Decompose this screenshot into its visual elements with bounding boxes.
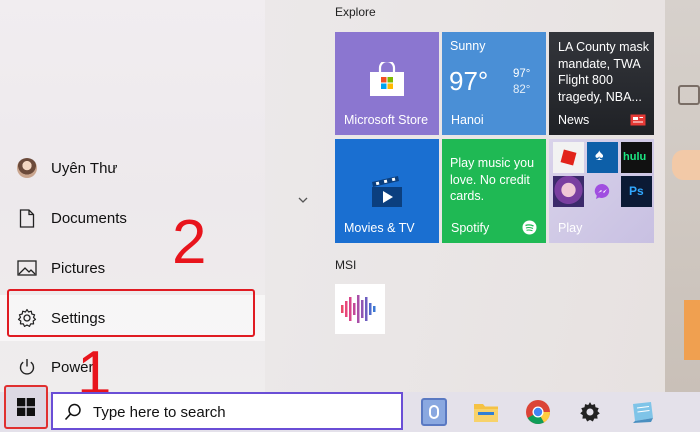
desktop-shortcut-icon[interactable] bbox=[678, 85, 700, 105]
folder-icon bbox=[474, 404, 498, 422]
movies-tv-tile[interactable]: Movies & TV bbox=[335, 139, 439, 243]
chrome-icon bbox=[526, 400, 550, 425]
film-icon bbox=[372, 176, 402, 207]
gear-icon bbox=[580, 402, 600, 422]
avatar bbox=[17, 158, 37, 178]
pictures-label: Pictures bbox=[51, 259, 106, 277]
hulu-app[interactable]: hulu bbox=[621, 142, 652, 173]
user-avatar-icon bbox=[16, 157, 38, 179]
explore-group-title: Explore bbox=[335, 5, 376, 19]
app-window-icon bbox=[421, 398, 447, 426]
weather-condition: Sunny bbox=[450, 39, 486, 53]
hulu-logo: hulu bbox=[623, 151, 647, 163]
taskbar-chrome[interactable] bbox=[522, 396, 554, 428]
document-icon bbox=[16, 207, 38, 229]
user-account-item[interactable]: Uyên Thư bbox=[0, 145, 265, 191]
taskbar-settings[interactable] bbox=[574, 396, 606, 428]
weather-tile[interactable]: Sunny 97° 97° 82° Hanoi bbox=[442, 32, 546, 135]
spotify-logo-icon bbox=[522, 220, 537, 235]
play-label: Play bbox=[558, 221, 583, 235]
roblox-app[interactable] bbox=[553, 142, 584, 173]
game-app[interactable] bbox=[553, 176, 584, 207]
messenger-app[interactable] bbox=[587, 176, 618, 207]
news-tile[interactable]: LA County mask mandate, TWA Flight 800 t… bbox=[549, 32, 654, 135]
sound-wave-icon bbox=[341, 295, 376, 323]
news-icon bbox=[630, 114, 646, 126]
notepad-icon bbox=[633, 402, 653, 423]
weather-high: 97° bbox=[513, 68, 531, 80]
spotify-tile[interactable]: Play music you love. No credit cards. Sp… bbox=[442, 139, 546, 243]
messenger-icon bbox=[594, 183, 610, 199]
start-left-rail: Uyên Thư Documents Pictures Settings Pow… bbox=[0, 0, 265, 392]
taskbar-app-1[interactable] bbox=[418, 396, 450, 428]
photoshop-logo: Ps bbox=[629, 184, 644, 198]
microsoft-store-tile[interactable]: Microsoft Store bbox=[335, 32, 439, 135]
play-folder-tile[interactable]: ♠ hulu Ps Play bbox=[549, 139, 654, 243]
weather-city-label: Hanoi bbox=[451, 113, 484, 127]
search-placeholder: Type here to search bbox=[93, 404, 226, 421]
documents-item[interactable]: Documents bbox=[0, 195, 265, 241]
taskbar-app-5[interactable] bbox=[626, 396, 658, 428]
taskbar-search-box[interactable]: Type here to search bbox=[51, 392, 403, 430]
weather-low: 82° bbox=[513, 84, 531, 96]
power-item[interactable]: Power bbox=[0, 344, 265, 390]
windows-logo-icon bbox=[17, 398, 35, 416]
desktop-object bbox=[684, 300, 700, 360]
card-spade-icon: ♠ bbox=[595, 147, 604, 164]
start-menu: Uyên Thư Documents Pictures Settings Pow… bbox=[0, 0, 665, 392]
solitaire-app[interactable]: ♠ bbox=[587, 142, 618, 173]
chevron-down-icon[interactable] bbox=[296, 193, 310, 207]
news-label: News bbox=[558, 113, 590, 127]
news-headline: LA County mask mandate, TWA Flight 800 t… bbox=[558, 40, 650, 104]
step-2-annotation: 2 bbox=[172, 208, 207, 277]
desktop-figure bbox=[672, 150, 700, 180]
photoshop-app[interactable]: Ps bbox=[621, 176, 652, 207]
taskbar-file-explorer[interactable] bbox=[470, 396, 502, 428]
start-button[interactable] bbox=[4, 385, 48, 429]
documents-label: Documents bbox=[51, 209, 127, 227]
weather-temperature: 97° bbox=[449, 66, 489, 96]
picture-icon bbox=[16, 257, 38, 279]
spotify-promo-text: Play music you love. No credit cards. bbox=[450, 156, 535, 203]
microsoft-store-label: Microsoft Store bbox=[344, 113, 429, 127]
power-icon bbox=[16, 356, 38, 378]
movies-tv-label: Movies & TV bbox=[344, 221, 415, 235]
search-icon bbox=[64, 403, 81, 421]
settings-highlight-box bbox=[7, 289, 255, 337]
shopping-bag-icon bbox=[370, 62, 404, 96]
user-name-label: Uyên Thư bbox=[51, 159, 118, 177]
msi-audio-tile[interactable] bbox=[335, 284, 385, 334]
app-glyph bbox=[429, 405, 439, 419]
roblox-icon bbox=[560, 149, 577, 166]
spotify-label: Spotify bbox=[451, 221, 490, 235]
msi-group-title: MSI bbox=[335, 258, 357, 272]
pictures-item[interactable]: Pictures bbox=[0, 245, 265, 291]
